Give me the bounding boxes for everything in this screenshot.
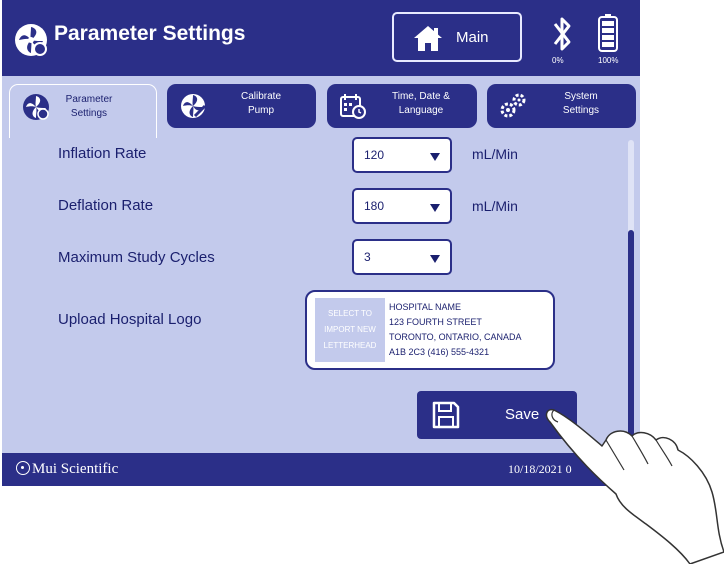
import-line1: SELECT TO [327,309,373,318]
tab-label-line2: Language [398,105,444,116]
bluetooth-icon [553,17,571,51]
deflation-rate-unit: mL/Min [472,198,518,214]
tab-label-line2: Settings [70,108,108,119]
hospital-address: HOSPITAL NAME 123 FOURTH STREET TORONTO,… [389,300,522,360]
chevron-down-icon [430,204,440,212]
hospital-name: HOSPITAL NAME [389,302,462,312]
chevron-down-icon [430,255,440,263]
tab-label-line1: Parameter [65,94,113,105]
pointing-hand-icon [545,408,724,564]
brand: Mui Scientific [16,461,118,478]
max-cycles-value: 3 [364,250,371,264]
hospital-street: 123 FOURTH STREET [389,317,482,327]
max-cycles-label: Maximum Study Cycles [58,249,215,266]
chevron-down-icon [430,153,440,161]
tab-system-settings[interactable]: System Settings [487,84,636,128]
tab-label-line2: Pump [247,105,275,116]
tab-calibrate-pump[interactable]: Calibrate Pump [167,84,316,128]
tab-label-line1: System [564,91,598,102]
floppy-disk-icon [432,401,460,429]
bluetooth-percent: 0% [552,56,564,65]
home-icon [414,26,442,51]
battery-percent: 100% [598,56,619,65]
gears-icon [500,93,526,118]
pump-icon [181,94,207,118]
page-title: Parameter Settings [54,22,246,45]
main-button-label: Main [456,29,489,46]
battery-icon [598,14,618,52]
calendar-clock-icon [340,94,366,119]
tab-label-line2: Settings [562,105,600,116]
hospital-city: TORONTO, ONTARIO, CANADA [389,332,522,342]
logo-icon [16,461,30,475]
inflation-rate-unit: mL/Min [472,146,518,162]
tab-label-line1: Calibrate [240,91,282,102]
deflation-rate-value: 180 [364,199,385,213]
import-line2: IMPORT NEW [324,325,376,334]
brand-name: Mui Scientific [32,461,119,477]
inflation-rate-label: Inflation Rate [58,145,147,162]
hospital-postal-phone: A1B 2C3 (416) 555-4321 [389,347,490,357]
header-bar: Parameter Settings Main 0% 100% [2,0,640,76]
tab-time-date-language[interactable]: Time, Date & Language [327,84,477,128]
tab-label-line1: Time, Date & [392,91,450,102]
max-cycles-select[interactable]: 3 [352,239,452,275]
hospital-logo-box[interactable]: SELECT TO IMPORT NEW LETTERHEAD HOSPITAL… [305,290,555,370]
inflation-rate-value: 120 [364,148,385,162]
fan-icon [15,24,47,56]
upload-logo-label: Upload Hospital Logo [58,311,202,328]
import-line3: LETTERHEAD [323,341,377,350]
main-button[interactable]: Main [392,12,522,62]
tab-parameter-settings[interactable]: Parameter Settings [9,84,157,138]
inflation-rate-select[interactable]: 120 [352,137,452,173]
tab-bar: Parameter Settings Calibrate Pump Time, … [2,76,640,138]
deflation-rate-label: Deflation Rate [58,197,154,214]
import-letterhead-button[interactable]: SELECT TO IMPORT NEW LETTERHEAD [315,298,385,362]
save-button-label: Save [505,406,540,423]
deflation-rate-select[interactable]: 180 [352,188,452,224]
